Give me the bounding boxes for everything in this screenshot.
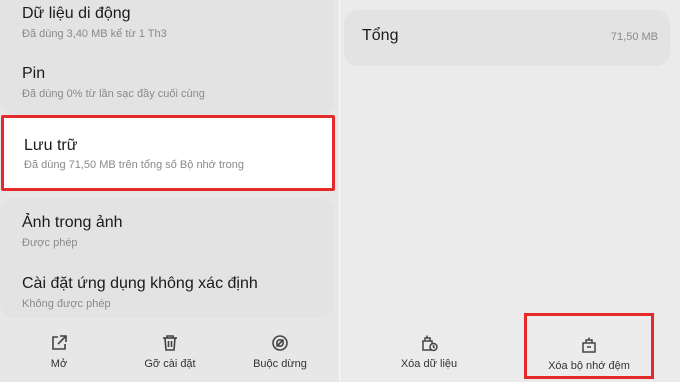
clear-data-icon	[392, 334, 466, 352]
unknown-apps-item[interactable]: Cài đặt ứng dụng không xác định Không đư…	[0, 266, 334, 322]
pip-subtitle: Được phép	[22, 237, 78, 249]
app-info-panel: Dữ liệu di động Đã dùng 3,40 MB kể từ 1 …	[0, 0, 340, 382]
total-label: Tổng	[362, 27, 399, 44]
uninstall-button[interactable]: Gỡ cài đặt	[135, 334, 205, 370]
settings-card-bottom: Ảnh trong ảnh Được phép Cài đặt ứng dụng…	[0, 198, 334, 318]
clear-data-label: Xóa dữ liệu	[400, 358, 458, 370]
settings-card-top: Dữ liệu di động Đã dùng 3,40 MB kể từ 1 …	[0, 0, 334, 115]
pip-item[interactable]: Ảnh trong ảnh Được phép	[0, 206, 334, 262]
force-stop-label: Buộc dừng	[253, 358, 307, 370]
clear-cache-icon	[527, 336, 651, 354]
uninstall-label: Gỡ cài đặt	[144, 358, 196, 370]
pip-title: Ảnh trong ảnh	[22, 214, 123, 231]
clear-cache-button[interactable]: Xóa bộ nhớ đệm	[524, 313, 654, 379]
unknown-apps-title: Cài đặt ứng dụng không xác định	[22, 275, 258, 292]
force-stop-button[interactable]: Buộc dừng	[245, 334, 315, 370]
force-stop-icon	[245, 334, 315, 352]
total-row: Tổng 71,50 MB	[344, 10, 670, 66]
mobile-data-item[interactable]: Dữ liệu di động Đã dùng 3,40 MB kể từ 1 …	[0, 0, 334, 56]
open-button[interactable]: Mở	[34, 334, 84, 370]
total-value: 71,50 MB	[610, 31, 658, 43]
unknown-apps-subtitle: Không được phép	[22, 298, 111, 310]
mobile-data-title: Dữ liệu di động	[22, 5, 131, 22]
open-label: Mở	[50, 358, 68, 370]
storage-item[interactable]: Lưu trữ Đã dùng 71,50 MB trên tổng số Bộ…	[1, 115, 335, 191]
battery-title: Pin	[22, 65, 46, 82]
storage-subtitle: Đã dùng 71,50 MB trên tổng số Bộ nhớ tro…	[24, 159, 245, 171]
open-external-icon	[34, 334, 84, 352]
trash-icon	[135, 334, 205, 352]
clear-cache-label: Xóa bộ nhớ đệm	[548, 360, 630, 372]
battery-item[interactable]: Pin Đã dùng 0% từ lần sạc đầy cuối cùng	[0, 62, 334, 118]
clear-cache-content: Xóa bộ nhớ đệm	[527, 336, 651, 372]
storage-title: Lưu trữ	[24, 137, 78, 154]
battery-subtitle: Đã dùng 0% từ lần sạc đầy cuối cùng	[22, 88, 205, 100]
clear-data-button[interactable]: Xóa dữ liệu	[392, 334, 466, 370]
mobile-data-subtitle: Đã dùng 3,40 MB kể từ 1 Th3	[22, 28, 167, 40]
